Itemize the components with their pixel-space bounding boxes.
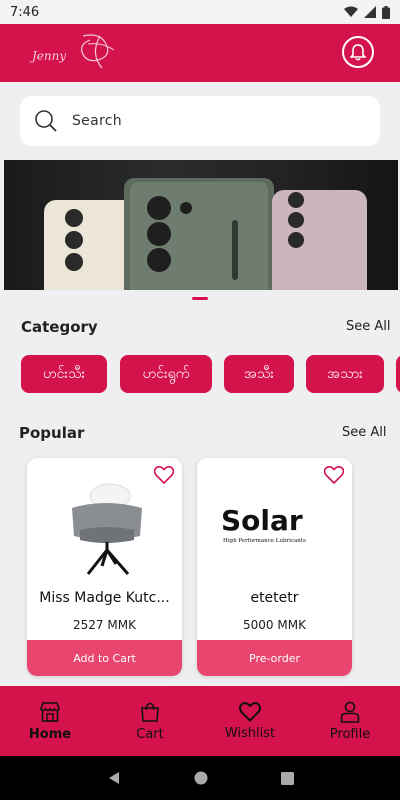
nav-wishlist-label: Wishlist <box>224 725 276 741</box>
heart-icon <box>239 701 261 722</box>
jenny-logo: Jenny <box>29 34 115 69</box>
pre-order-button[interactable]: Pre-order <box>197 640 352 676</box>
product-name: etetetr <box>250 590 299 606</box>
promo-banner[interactable] <box>4 160 398 290</box>
popular-see-all-link[interactable]: See All <box>342 425 387 440</box>
nav-home[interactable]: Home <box>0 686 100 756</box>
home-circle-icon[interactable] <box>194 771 208 785</box>
product-card[interactable]: Solar High Performance Lubricants etetet… <box>197 458 352 676</box>
category-chips: ဟင်းသီး ဟင်းရွက် အသီး အသား <box>21 355 400 395</box>
banner-phones-image <box>44 178 367 290</box>
category-chip[interactable]: အသီး <box>224 355 294 393</box>
store-icon <box>40 701 60 722</box>
notification-button[interactable] <box>342 36 374 68</box>
solar-logo-image: Solar High Performance Lubricants <box>221 504 306 544</box>
solar-logo-subtext: High Performance Lubricants <box>223 538 306 544</box>
search-bar[interactable]: Search <box>20 96 380 146</box>
nav-profile[interactable]: Profile <box>300 686 400 756</box>
product-name: Miss Madge Kutc... <box>39 590 170 606</box>
nav-cart[interactable]: Cart <box>100 686 200 756</box>
category-title: Category <box>21 318 98 336</box>
nav-cart-label: Cart <box>136 726 164 742</box>
system-nav-bar <box>0 756 400 800</box>
product-image <box>27 478 182 578</box>
recents-icon[interactable] <box>280 771 294 785</box>
carousel-indicator <box>192 297 208 300</box>
product-price: 2527 MMK <box>73 618 136 632</box>
category-chip[interactable]: အသား <box>306 355 384 393</box>
bag-icon <box>141 702 159 722</box>
search-input[interactable]: Search <box>72 113 122 129</box>
product-price: 5000 MMK <box>243 618 306 632</box>
wifi-icon <box>344 6 358 17</box>
product-image: Solar High Performance Lubricants <box>197 478 352 578</box>
category-chip[interactable]: ဟင်းရွက် <box>120 355 212 393</box>
nav-profile-label: Profile <box>329 726 371 742</box>
category-chip[interactable] <box>396 355 400 393</box>
status-bar: 7:46 <box>0 0 400 24</box>
solar-logo-text: Solar <box>221 504 303 537</box>
battery-icon <box>382 5 390 19</box>
bell-icon <box>350 44 366 61</box>
chair-image <box>71 483 142 575</box>
product-card[interactable]: Miss Madge Kutc... 2527 MMK Add to Cart <box>27 458 182 676</box>
bottom-nav: Home Cart Wishlist Profile <box>0 686 400 756</box>
nav-wishlist[interactable]: Wishlist <box>200 686 300 756</box>
category-see-all-link[interactable]: See All <box>346 319 391 334</box>
app-bar: Jenny <box>0 24 400 82</box>
category-chip[interactable]: ဟင်းသီး <box>21 355 107 393</box>
add-to-cart-button[interactable]: Add to Cart <box>27 640 182 676</box>
popular-title: Popular <box>19 424 85 442</box>
nav-home-label: Home <box>28 726 72 742</box>
svg-text:Jenny: Jenny <box>29 49 66 63</box>
search-icon <box>35 110 57 132</box>
status-time: 7:46 <box>10 4 40 20</box>
back-icon[interactable] <box>107 771 121 785</box>
signal-icon <box>364 6 376 18</box>
person-icon <box>340 701 360 723</box>
